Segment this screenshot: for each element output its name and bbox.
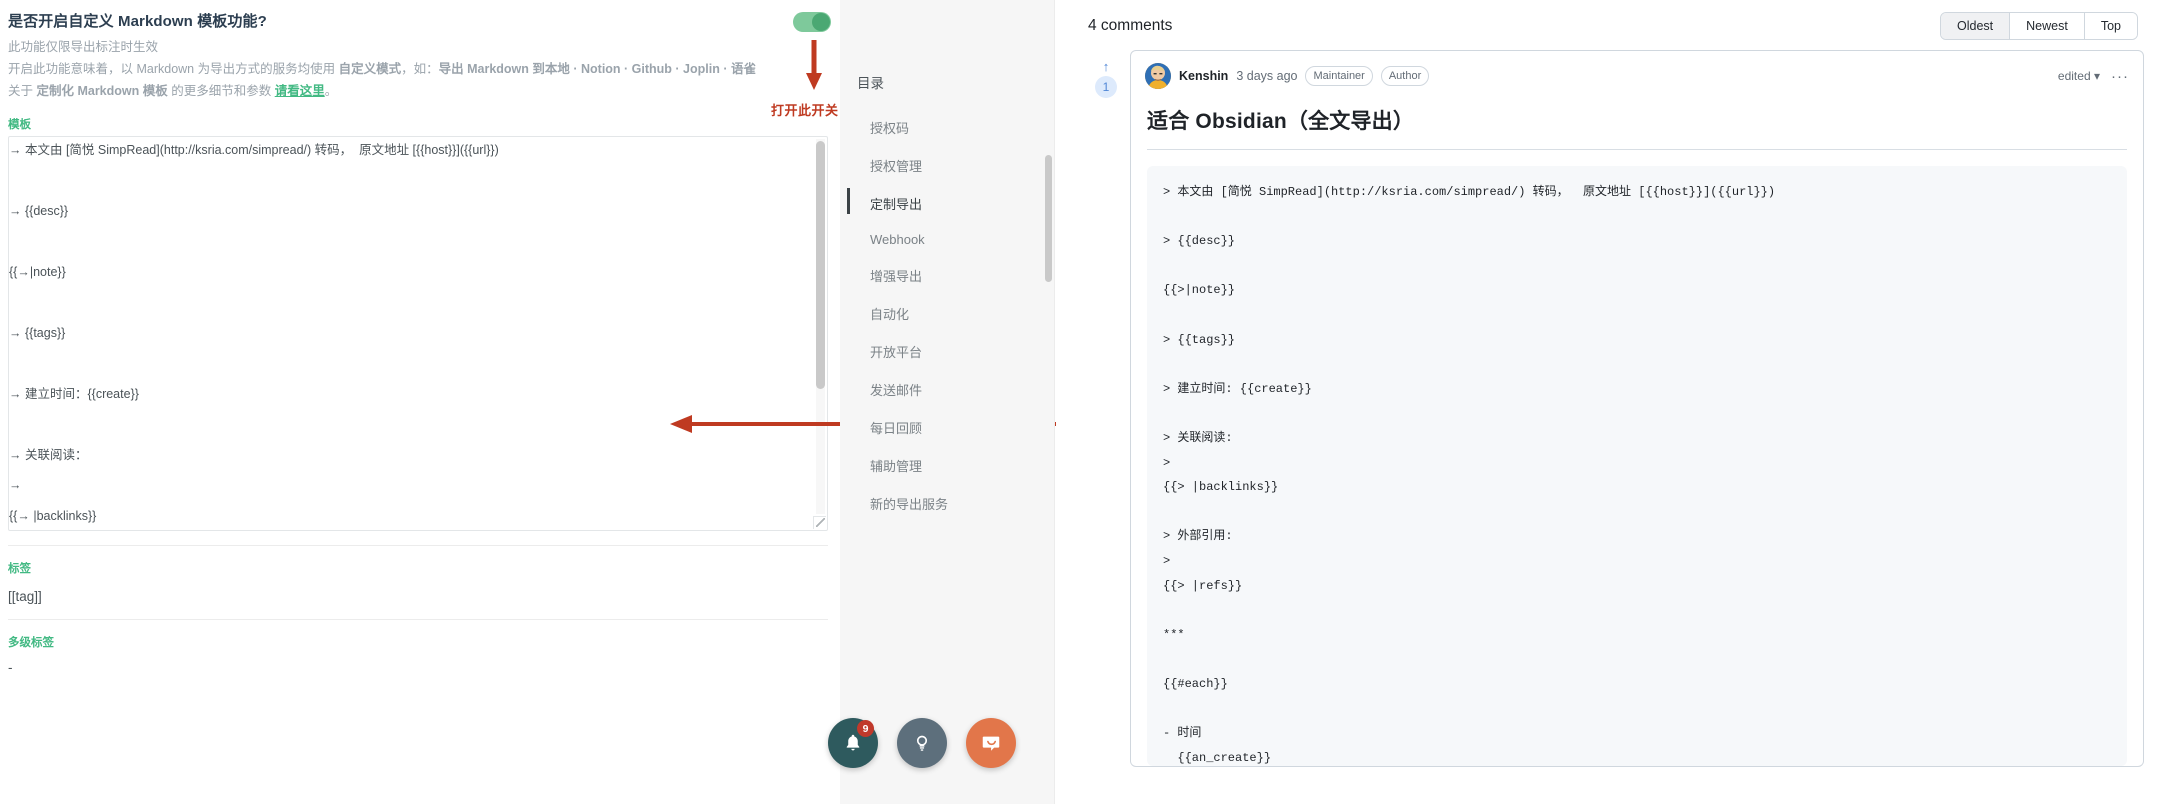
comments-header: 4 comments Oldest Newest Top <box>1080 0 2144 50</box>
toc-title: 目录 <box>857 76 884 91</box>
toc-item-1[interactable]: 授权管理 <box>840 146 1054 184</box>
chevron-down-icon: ▾ <box>2093 69 2100 83</box>
multitag-field-value[interactable]: - <box>8 660 826 675</box>
toc-item-0[interactable]: 授权码 <box>840 108 1054 146</box>
comment-timestamp: 3 days ago <box>1236 69 1298 83</box>
comment-author[interactable]: Kenshin <box>1179 69 1228 83</box>
template-field-label: 模板 <box>8 118 31 131</box>
toc-item-10[interactable]: 新的导出服务 <box>840 484 1054 522</box>
option-desc-part1: 开启此功能意味着，以 Markdown 为导出方式的服务均使用 <box>8 61 339 76</box>
comments-sort-toggle: Oldest Newest Top <box>1940 12 2138 40</box>
sort-top-button[interactable]: Top <box>2084 13 2137 39</box>
lightbulb-icon <box>916 735 928 751</box>
table-of-contents-sidebar: 目录 授权码 授权管理 定制导出 Webhook 增强导出 自动化 开放平台 发… <box>840 0 1055 804</box>
option-description: 开启此功能意味着，以 Markdown 为导出方式的服务均使用 自定义模式，如：… <box>8 60 826 79</box>
toc-item-9[interactable]: 辅助管理 <box>840 446 1054 484</box>
comment-title-divider <box>1147 149 2127 150</box>
toc-item-3[interactable]: Webhook <box>840 222 1054 256</box>
option-docs-period: 。 <box>324 84 338 99</box>
avatar-image <box>1145 63 1171 89</box>
edited-label: edited <box>2057 69 2091 83</box>
tag-field-label: 标签 <box>8 562 31 575</box>
sort-newest-button[interactable]: Newest <box>2010 13 2085 39</box>
comment-menu-button[interactable]: ··· <box>2111 69 2129 84</box>
comment-meta-actions: edited ▾ ··· <box>2058 69 2129 84</box>
edited-dropdown[interactable]: edited ▾ <box>2058 69 2100 83</box>
toc-item-5[interactable]: 自动化 <box>840 294 1054 332</box>
option-title: 是否开启自定义 Markdown 模板功能? <box>8 13 267 30</box>
comment-card: Kenshin 3 days ago Maintainer Author edi… <box>1130 50 2144 767</box>
multitag-field-label: 多级标签 <box>8 637 54 650</box>
option-desc-part2: ，如： <box>401 61 439 76</box>
badge-maintainer: Maintainer <box>1305 65 1373 87</box>
template-scrollbar-thumb[interactable] <box>816 140 825 389</box>
tag-field-value[interactable]: [[tag]] <box>8 588 826 606</box>
custom-markdown-toggle[interactable] <box>793 12 831 32</box>
app-root: 是否开启自定义 Markdown 模板功能? 此功能仅限导出标注时生效 开启此功… <box>0 0 2168 804</box>
settings-pane: 是否开启自定义 Markdown 模板功能? 此功能仅限导出标注时生效 开启此功… <box>0 0 840 804</box>
option-subtitle: 此功能仅限导出标注时生效 <box>8 39 159 54</box>
toc-item-2[interactable]: 定制导出 <box>840 184 1054 222</box>
toc-scrollbar-thumb[interactable] <box>1045 155 1052 282</box>
option-docs-line: 关于 定制化 Markdown 模板 的更多细节和参数 请看这里。 <box>8 82 826 101</box>
textarea-resize-handle[interactable] <box>813 515 826 529</box>
comment-title: 适合 Obsidian（全文导出） <box>1147 110 1415 133</box>
notifications-badge: 9 <box>857 720 874 737</box>
upvote-arrow-icon[interactable]: ↑ <box>1088 60 1124 73</box>
notifications-fab[interactable]: 9 <box>828 718 878 768</box>
toc-list: 授权码 授权管理 定制导出 Webhook 增强导出 自动化 开放平台 发送邮件… <box>840 108 1054 522</box>
option-docs-part1: 关于 <box>8 84 37 99</box>
comment-meta: Kenshin 3 days ago Maintainer Author edi… <box>1131 51 2143 99</box>
toc-item-7[interactable]: 发送邮件 <box>840 370 1054 408</box>
sort-oldest-button[interactable]: Oldest <box>1941 13 2011 39</box>
avatar[interactable] <box>1145 63 1171 89</box>
vote-count: 1 <box>1095 76 1117 98</box>
toggle-knob <box>812 13 830 31</box>
option-docs-part2: 的更多细节和参数 <box>167 84 275 99</box>
docs-link[interactable]: 请看这里 <box>275 84 325 98</box>
toc-item-6[interactable]: 开放平台 <box>840 332 1054 370</box>
ideas-fab[interactable] <box>897 718 947 768</box>
comment-vote-widget[interactable]: ↑ 1 <box>1088 50 1124 98</box>
template-textarea-value: → 本文由 [简悦 SimpRead](http://ksria.com/sim… <box>9 142 499 523</box>
annotation-down-arrow-icon <box>806 40 822 90</box>
option-docs-topic: 定制化 Markdown 模板 <box>36 84 168 99</box>
divider-2 <box>8 619 828 621</box>
divider-1 <box>8 544 828 546</box>
floating-action-buttons: 9 <box>828 718 1016 768</box>
support-chat-fab[interactable] <box>966 718 1016 768</box>
option-desc-mode: 自定义模式 <box>338 61 402 76</box>
toc-item-4[interactable]: 增强导出 <box>840 256 1054 294</box>
toc-item-8[interactable]: 每日回顾 <box>840 408 1054 446</box>
comment-code-block: > 本文由 [简悦 SimpRead](http://ksria.com/sim… <box>1147 166 2127 766</box>
option-desc-services: 导出 Markdown 到本地 · Notion · Github · Jopl… <box>438 61 756 76</box>
comments-count: 4 comments <box>1088 17 1173 34</box>
badge-author: Author <box>1380 65 1430 87</box>
annotation-label: 打开此开关 <box>771 103 839 118</box>
template-textarea[interactable]: → 本文由 [简悦 SimpRead](http://ksria.com/sim… <box>8 135 828 531</box>
chat-smile-icon <box>982 736 1000 751</box>
comments-panel: 4 comments Oldest Newest Top ↑ 1 Kenshin… <box>1056 0 2168 804</box>
comment-row: ↑ 1 Kenshin 3 days ago Maintainer Author… <box>1080 50 2144 767</box>
toggle-track[interactable] <box>793 12 831 32</box>
